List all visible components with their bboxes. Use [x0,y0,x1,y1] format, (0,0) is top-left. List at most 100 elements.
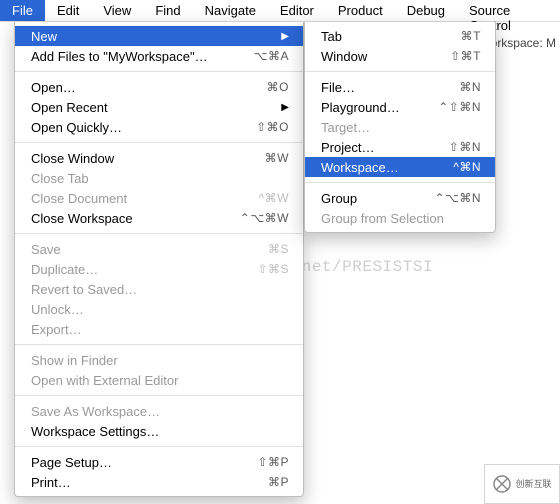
menu-item-label: Workspace… [321,160,421,175]
shortcut: ⌘N [421,80,481,94]
shortcut: ⌘P [229,475,289,489]
new-submenu-item-tab[interactable]: Tab⌘T [305,26,495,46]
menu-item-label: Window [321,49,421,64]
new-submenu-item-playground[interactable]: Playground…⌃⇧⌘N [305,97,495,117]
separator [15,142,303,143]
separator [15,344,303,345]
shortcut: ⇧⌘O [229,120,289,134]
file-menu-item-close-window[interactable]: Close Window⌘W [15,148,303,168]
menu-item-label: Tab [321,29,421,44]
logo: 创新互联 [484,464,560,504]
separator [15,233,303,234]
menu-item-label: Close Document [31,191,229,206]
menu-item-label: Close Window [31,151,229,166]
menu-item-label: Open Recent [31,100,281,115]
new-submenu-item-group-from-selection: Group from Selection [305,208,495,228]
shortcut: ⌘O [229,80,289,94]
menu-item-label: Add Files to "MyWorkspace"… [31,49,229,64]
menubar-item-source-control[interactable]: Source Control [457,0,560,21]
file-menu-item-close-tab: Close Tab [15,168,303,188]
shortcut: ^⌘W [229,191,289,205]
menu-item-label: Group [321,191,421,206]
menu-item-label: Open… [31,80,229,95]
file-menu-item-new[interactable]: New▶ [15,26,303,46]
shortcut: ⇧⌘P [229,455,289,469]
menu-item-label: Save [31,242,229,257]
menubar-item-product[interactable]: Product [326,0,395,21]
separator [15,446,303,447]
separator [305,71,495,72]
shortcut: ⌘W [229,151,289,165]
file-menu: New▶Add Files to "MyWorkspace"…⌥⌘AOpen…⌘… [14,22,304,497]
file-menu-item-close-document: Close Document^⌘W [15,188,303,208]
menubar-item-file[interactable]: File [0,0,45,21]
menubar-item-debug[interactable]: Debug [395,0,457,21]
file-menu-item-export: Export… [15,319,303,339]
file-menu-item-unlock: Unlock… [15,299,303,319]
new-submenu-item-target: Target… [305,117,495,137]
separator [15,71,303,72]
menubar-item-find[interactable]: Find [143,0,192,21]
menubar-item-editor[interactable]: Editor [268,0,326,21]
menu-item-label: Unlock… [31,302,289,317]
file-menu-item-open-with-external-editor: Open with External Editor [15,370,303,390]
new-submenu-item-file[interactable]: File…⌘N [305,77,495,97]
menu-item-label: Revert to Saved… [31,282,289,297]
file-menu-item-open[interactable]: Open…⌘O [15,77,303,97]
shortcut: ⇧⌘S [229,262,289,276]
menu-item-label: Close Tab [31,171,289,186]
file-menu-item-close-workspace[interactable]: Close Workspace⌃⌥⌘W [15,208,303,228]
file-menu-item-save-as-workspace: Save As Workspace… [15,401,303,421]
logo-icon [492,474,512,494]
file-menu-item-add-files-to-myworkspace[interactable]: Add Files to "MyWorkspace"…⌥⌘A [15,46,303,66]
menubar-item-view[interactable]: View [91,0,143,21]
menu-item-label: Group from Selection [321,211,481,226]
menu-item-label: Duplicate… [31,262,229,277]
menu-item-label: Open Quickly… [31,120,229,135]
shortcut: ⌃⌥⌘W [229,211,289,225]
separator [305,182,495,183]
menubar: FileEditViewFindNavigateEditorProductDeb… [0,0,560,22]
shortcut: ⇧⌘T [421,49,481,63]
file-menu-item-print[interactable]: Print…⌘P [15,472,303,492]
shortcut: ⌃⌥⌘N [421,191,481,205]
menu-item-label: New [31,29,281,44]
menu-item-label: Page Setup… [31,455,229,470]
file-menu-item-show-in-finder: Show in Finder [15,350,303,370]
menu-item-label: Open with External Editor [31,373,289,388]
menu-item-label: Project… [321,140,421,155]
new-submenu-item-group[interactable]: Group⌃⌥⌘N [305,188,495,208]
menu-item-label: Workspace Settings… [31,424,289,439]
new-submenu-item-window[interactable]: Window⇧⌘T [305,46,495,66]
shortcut: ⌘S [229,242,289,256]
new-submenu-item-workspace[interactable]: Workspace…^⌘N [305,157,495,177]
shortcut: ⌥⌘A [229,49,289,63]
submenu-arrow-icon: ▶ [281,31,289,42]
shortcut: ^⌘N [421,160,481,174]
menu-item-label: File… [321,80,421,95]
menu-item-label: Close Workspace [31,211,229,226]
menubar-item-navigate[interactable]: Navigate [193,0,268,21]
file-menu-item-workspace-settings[interactable]: Workspace Settings… [15,421,303,441]
file-menu-item-open-recent[interactable]: Open Recent▶ [15,97,303,117]
menu-item-label: Show in Finder [31,353,289,368]
file-menu-item-page-setup[interactable]: Page Setup…⇧⌘P [15,452,303,472]
submenu-arrow-icon: ▶ [281,102,289,113]
shortcut: ⌃⇧⌘N [421,100,481,114]
separator [15,395,303,396]
new-submenu-item-project[interactable]: Project…⇧⌘N [305,137,495,157]
menu-item-label: Playground… [321,100,421,115]
new-submenu: Tab⌘TWindow⇧⌘TFile…⌘NPlayground…⌃⇧⌘NTarg… [304,22,496,233]
menu-item-label: Export… [31,322,289,337]
menu-item-label: Print… [31,475,229,490]
menubar-item-edit[interactable]: Edit [45,0,91,21]
file-menu-item-open-quickly[interactable]: Open Quickly…⇧⌘O [15,117,303,137]
menu-item-label: Save As Workspace… [31,404,289,419]
file-menu-item-duplicate: Duplicate…⇧⌘S [15,259,303,279]
file-menu-item-save: Save⌘S [15,239,303,259]
shortcut: ⇧⌘N [421,140,481,154]
file-menu-item-revert-to-saved: Revert to Saved… [15,279,303,299]
menu-item-label: Target… [321,120,481,135]
shortcut: ⌘T [421,29,481,43]
logo-text: 创新互联 [515,480,551,489]
